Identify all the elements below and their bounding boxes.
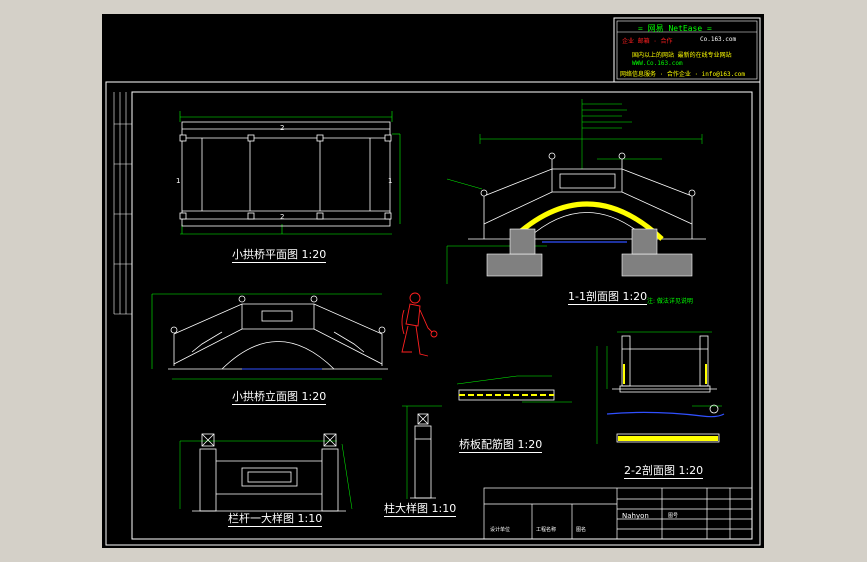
left-margin-table (113, 92, 132, 315)
plan-mark-top: 2 (280, 124, 285, 132)
rebar-detail-view (456, 375, 572, 403)
deck-hatch (618, 436, 718, 441)
title-cell-a: 设计单位 (490, 527, 511, 533)
human-figure (401, 292, 438, 357)
cad-drawing-sheet: = 网易 NetEase = 企业 邮箱 · 合作 Co.163.com 国内以… (102, 14, 764, 548)
footing-left (486, 253, 543, 277)
stamp-line1-right: Co.163.com (700, 36, 737, 43)
plan-mark-bottom: 2 (280, 213, 285, 221)
section-2-2-view (596, 331, 725, 444)
section-2-2-title: 2-2剖面图 1:20 (624, 464, 704, 479)
stamp-line3: WWW.Co.163.com (632, 60, 683, 67)
section-1-1-title: 1-1剖面图 1:20 (568, 290, 648, 305)
elevation-view-title: 小拱桥立面图 1:20 (232, 390, 327, 405)
title-cell-c: 图名 (576, 527, 587, 533)
rebar-title: 桥板配筋图 1:20 (459, 438, 543, 453)
footing-right (621, 253, 693, 277)
railing-title: 栏杆一大样图 1:10 (228, 512, 323, 527)
column-detail-view (402, 405, 442, 499)
plan-mark-left: 1 (176, 177, 181, 185)
section-1-1-view (446, 99, 706, 284)
title-cell-d: Nahyon (622, 512, 649, 520)
title-block (483, 487, 753, 540)
column-title: 柱大样图 1:10 (384, 502, 457, 517)
railing-detail-view (179, 433, 353, 512)
elevation-view (151, 293, 388, 380)
title-cell-e: 图号 (668, 513, 679, 519)
stamp-line1-left: 企业 邮箱 · 合作 (622, 38, 673, 45)
plan-view-title: 小拱桥平面图 1:20 (232, 248, 327, 263)
stamp-brand: = 网易 NetEase = (638, 24, 712, 33)
stamp-line2: 国内以上的网站 最新的在线专业网站 (632, 52, 732, 59)
title-cell-b: 工程名称 (536, 527, 557, 533)
plan-mark-right: 1 (388, 177, 393, 185)
plan-view (179, 111, 401, 235)
stamp-line4: 网络信息服务 · 合作企业 · info@163.com (620, 71, 746, 78)
section-note: 注: 做法详见说明 (647, 298, 693, 305)
